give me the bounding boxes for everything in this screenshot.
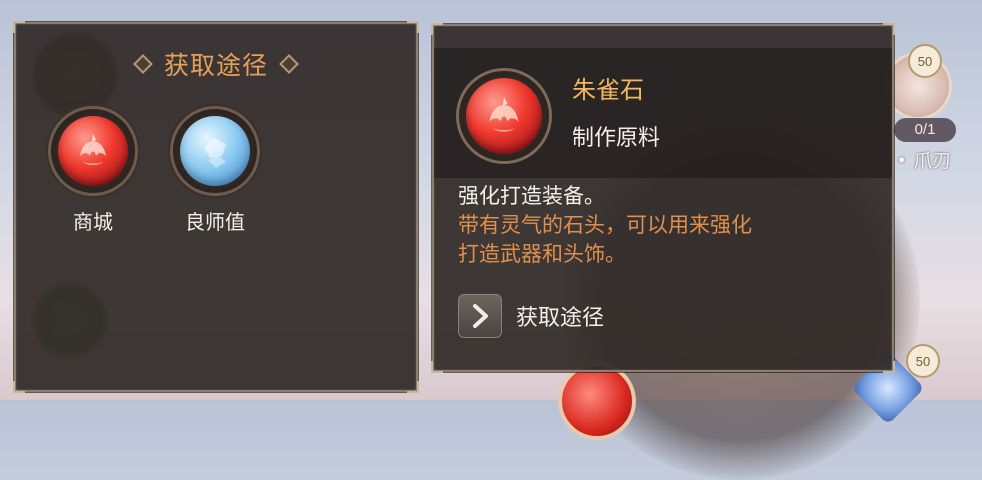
red-phoenix-orb-icon [466, 78, 542, 154]
blue-crystal-orb-icon [180, 116, 250, 186]
red-phoenix-orb-icon [58, 116, 128, 186]
panel-corner [883, 361, 895, 373]
panel-corner [431, 361, 443, 373]
chevron-right-icon[interactable] [458, 294, 502, 338]
source-shop[interactable]: 商城 [38, 106, 148, 235]
description-flavor-line-2: 打造武器和头饰。 [458, 242, 626, 266]
item-type: 制作原料 [572, 126, 661, 151]
panel-corner [883, 23, 895, 35]
acquire-route-label: 获取途径 [516, 306, 605, 331]
item-detail-panel: 朱雀石 制作原料 强化打造装备。 带有灵气的石头，可以用来强化 打造武器和头饰。… [431, 23, 895, 373]
source-label: 商城 [73, 210, 113, 234]
item-description: 强化打造装备。 带有灵气的石头，可以用来强化 打造武器和头饰。 [458, 182, 878, 269]
acquire-route-button[interactable]: 获取途径 [458, 294, 604, 338]
panel-corner [13, 381, 25, 393]
panel-title: 获取途径 [163, 51, 268, 80]
panel-corner [407, 381, 419, 393]
description-flavor-line-1: 带有灵气的石头，可以用来强化 [458, 213, 752, 237]
source-mentor-points[interactable]: 良师值 [160, 106, 270, 235]
background-level-badge-2: 50 [906, 344, 940, 378]
background-item-label: • 爪刃 [896, 150, 952, 172]
background-count: 0/1 [894, 118, 956, 142]
item-icon-frame [456, 68, 552, 164]
panel-corner [431, 23, 443, 35]
source-icon-frame [170, 106, 260, 196]
background-red-orb [558, 362, 636, 440]
item-name: 朱雀石 [572, 76, 644, 104]
diamond-ornament-icon [279, 54, 299, 74]
source-icon-frame [48, 106, 138, 196]
panel-corner [407, 21, 419, 33]
diamond-ornament-icon [133, 54, 153, 74]
acquisition-source-panel: 获取途径 商城 良师值 [13, 21, 419, 393]
background-level-badge: 50 [908, 44, 942, 78]
panel-corner [13, 21, 25, 33]
description-main: 强化打造装备。 [458, 184, 605, 208]
panel-header: 获取途径 [16, 44, 416, 84]
source-label: 良师值 [185, 210, 245, 234]
